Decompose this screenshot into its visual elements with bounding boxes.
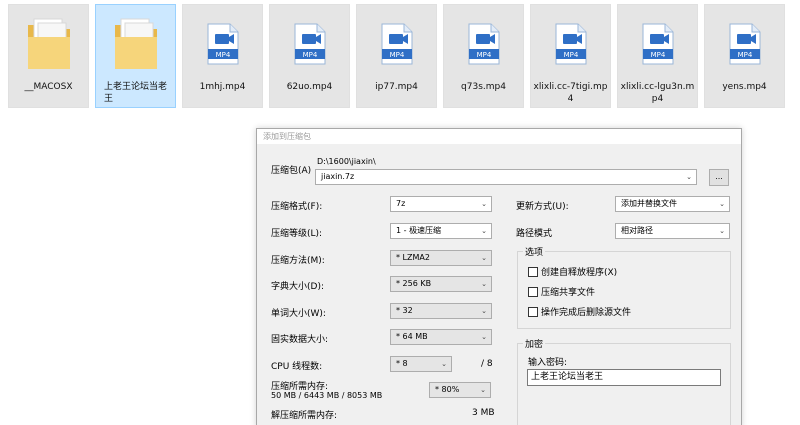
video-file-icon: MP4 — [294, 23, 325, 65]
solid-select[interactable]: * 64 MB ⌄ — [390, 329, 492, 345]
file-name: 上老王论坛当老王 — [104, 82, 168, 104]
video-file-icon: MP4 — [468, 23, 499, 65]
file-item-mp4[interactable]: MP4 q73s.mp4 — [443, 4, 524, 108]
decomp-value: 3 MB — [472, 408, 495, 418]
sfx-checkbox[interactable]: 创建自释放程序(X) — [528, 265, 617, 278]
password-label: 输入密码: — [528, 358, 568, 368]
file-name: __MACOSX — [24, 82, 73, 92]
update-value: 添加并替换文件 — [621, 199, 677, 208]
cpu-select[interactable]: * 8 ⌄ — [390, 356, 452, 372]
folder-item-macosx[interactable]: __MACOSX — [8, 4, 89, 108]
archive-label: 压缩包(A) — [271, 166, 312, 176]
mem-select[interactable]: * 80% ⌄ — [429, 382, 491, 398]
word-value: * 32 — [396, 306, 413, 315]
mp4-badge: MP4 — [389, 51, 404, 59]
file-name: xlixli.cc-lgu3n.mp4 — [620, 82, 695, 104]
dict-label: 字典大小(D): — [271, 282, 324, 292]
pathmode-value: 相对路径 — [621, 226, 653, 235]
file-item-mp4[interactable]: MP4 xlixli.cc-lgu3n.mp4 — [617, 4, 698, 108]
method-select[interactable]: * LZMA2 ⌄ — [390, 250, 492, 266]
chevron-down-icon: ⌄ — [441, 360, 447, 368]
mp4-badge: MP4 — [737, 51, 752, 59]
format-select[interactable]: 7z ⌄ — [390, 196, 492, 212]
chevron-down-icon: ⌄ — [481, 280, 487, 288]
file-item-mp4[interactable]: MP4 1mhj.mp4 — [182, 4, 263, 108]
dict-select[interactable]: * 256 KB ⌄ — [390, 276, 492, 292]
folder-icon — [27, 18, 70, 69]
level-select[interactable]: 1 - 极速压缩 ⌄ — [390, 223, 492, 239]
file-item-mp4[interactable]: MP4 ip77.mp4 — [356, 4, 437, 108]
file-grid: __MACOSX 上老王论坛当老王 MP4 1mhj.mp4 MP4 62uo.… — [0, 0, 800, 108]
cpu-label: CPU 线程数: — [271, 362, 323, 372]
checkbox-box — [528, 286, 538, 297]
sfx-label: 创建自释放程序(X) — [541, 268, 618, 278]
method-label: 压缩方法(M): — [271, 256, 325, 266]
folder-item-selected[interactable]: 上老王论坛当老王 — [95, 4, 176, 108]
chevron-down-icon: ⌄ — [481, 200, 487, 208]
pathmode-select[interactable]: 相对路径 ⌄ — [615, 223, 730, 239]
browse-button[interactable]: ... — [709, 169, 729, 186]
dict-value: * 256 KB — [396, 279, 432, 288]
dialog-title: 添加到压缩包 — [257, 129, 741, 144]
file-name: q73s.mp4 — [461, 82, 506, 92]
chevron-down-icon: ⌄ — [481, 333, 487, 341]
password-input[interactable]: 上老王论坛当老王 — [527, 369, 721, 386]
update-label: 更新方式(U): — [516, 202, 569, 212]
decomp-label: 解压缩所需内存: — [271, 411, 338, 421]
mp4-badge: MP4 — [476, 51, 491, 59]
file-name: 62uo.mp4 — [286, 82, 333, 92]
file-name: 1mhj.mp4 — [199, 82, 246, 92]
video-file-icon: MP4 — [207, 23, 238, 65]
mp4-badge: MP4 — [302, 51, 317, 59]
solid-value: * 64 MB — [396, 332, 428, 341]
mem-value: * 80% — [435, 385, 460, 394]
delete-after-label: 操作完成后删除源文件 — [541, 308, 632, 318]
pathmode-label: 路径模式 — [516, 229, 553, 239]
delete-after-checkbox[interactable]: 操作完成后删除源文件 — [528, 305, 631, 318]
level-value: 1 - 极速压缩 — [396, 226, 442, 235]
file-item-mp4[interactable]: MP4 62uo.mp4 — [269, 4, 350, 108]
chevron-down-icon: ⌄ — [719, 200, 725, 208]
file-name: ip77.mp4 — [375, 82, 418, 92]
checkbox-box — [528, 266, 538, 277]
archive-name-value: jiaxin.7z — [321, 172, 355, 181]
video-file-icon: MP4 — [642, 23, 673, 65]
video-file-icon: MP4 — [729, 23, 760, 65]
checkbox-box — [528, 306, 538, 317]
add-to-archive-dialog: 添加到压缩包 压缩包(A) D:\1600\jiaxin\ jiaxin.7z … — [256, 128, 742, 425]
format-value: 7z — [396, 199, 406, 208]
chevron-down-icon: ⌄ — [481, 307, 487, 315]
shared-files-checkbox[interactable]: 压缩共享文件 — [528, 285, 595, 298]
word-select[interactable]: * 32 ⌄ — [390, 303, 492, 319]
video-file-icon: MP4 — [381, 23, 412, 65]
word-label: 单词大小(W): — [271, 309, 326, 319]
format-label: 压缩格式(F): — [271, 202, 323, 212]
shared-files-label: 压缩共享文件 — [541, 288, 596, 298]
chevron-down-icon: ⌄ — [481, 254, 487, 262]
chevron-down-icon: ⌄ — [686, 173, 692, 181]
update-select[interactable]: 添加并替换文件 ⌄ — [615, 196, 730, 212]
chevron-down-icon: ⌄ — [480, 386, 486, 394]
method-value: * LZMA2 — [396, 253, 430, 262]
mem-detail: 50 MB / 6443 MB / 8053 MB — [271, 391, 383, 400]
file-name: xlixli.cc-7tigi.mp4 — [533, 82, 608, 104]
file-name: yens.mp4 — [722, 82, 767, 92]
encryption-title: 加密 — [523, 337, 546, 350]
mp4-badge: MP4 — [650, 51, 665, 59]
cpu-value: * 8 — [396, 359, 408, 368]
solid-label: 固实数据大小: — [271, 335, 329, 345]
folder-icon — [114, 18, 157, 69]
video-file-icon: MP4 — [555, 23, 586, 65]
cpu-total: / 8 — [481, 359, 493, 369]
archive-name-combo[interactable]: jiaxin.7z ⌄ — [315, 169, 697, 185]
chevron-down-icon: ⌄ — [719, 227, 725, 235]
file-item-mp4[interactable]: MP4 yens.mp4 — [704, 4, 785, 108]
chevron-down-icon: ⌄ — [481, 227, 487, 235]
options-title: 选项 — [523, 245, 546, 258]
mp4-badge: MP4 — [215, 51, 230, 59]
level-label: 压缩等级(L): — [271, 229, 323, 239]
mp4-badge: MP4 — [563, 51, 578, 59]
file-item-mp4[interactable]: MP4 xlixli.cc-7tigi.mp4 — [530, 4, 611, 108]
archive-directory: D:\1600\jiaxin\ — [317, 157, 376, 166]
